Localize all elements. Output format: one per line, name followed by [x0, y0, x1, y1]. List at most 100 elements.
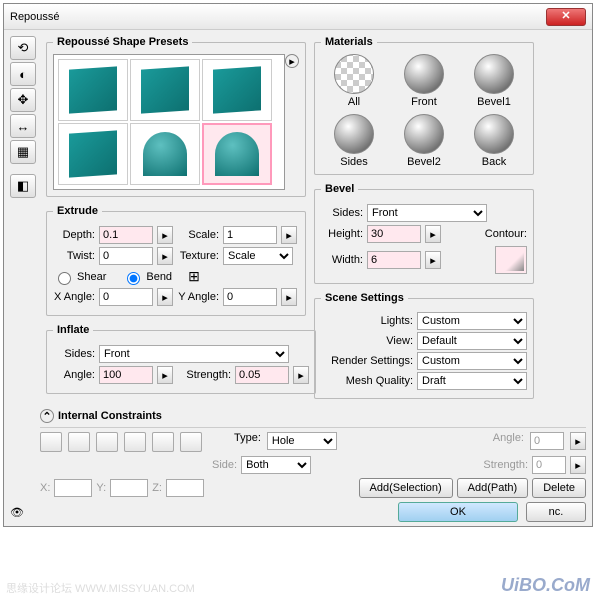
- y-input: [110, 479, 148, 497]
- add-selection-button[interactable]: Add(Selection): [359, 478, 453, 498]
- x-input: [54, 479, 92, 497]
- inflate-angle-input[interactable]: [99, 366, 153, 384]
- yangle-input[interactable]: [223, 288, 277, 306]
- material-bevel2[interactable]: Bevel2: [395, 114, 453, 168]
- inflate-sides-select[interactable]: Front: [99, 345, 289, 363]
- depth-input[interactable]: [99, 226, 153, 244]
- render-select[interactable]: Custom: [417, 352, 527, 370]
- bevel-width-input[interactable]: [367, 251, 421, 269]
- inflate-strength-stepper[interactable]: ▸: [293, 366, 309, 384]
- ic-strength-stepper: ▸: [570, 456, 586, 474]
- constraints-section: ⌃ Internal Constraints Type: Hole Angle:…: [40, 409, 586, 498]
- lights-select[interactable]: Custom: [417, 312, 527, 330]
- slide-tool-icon[interactable]: ↔: [10, 114, 36, 138]
- ic-strength-input: [532, 456, 566, 474]
- bevel-height-stepper[interactable]: ▸: [425, 225, 441, 243]
- bend-radio[interactable]: Bend: [122, 269, 172, 285]
- scene-group: Scene Settings Lights: Custom View: Defaul…: [314, 292, 534, 399]
- watermark-left: 思缘设计论坛 WWW.MISSYUAN.COM: [6, 580, 195, 596]
- presets-grid: [53, 54, 285, 190]
- pan-tool-icon[interactable]: ✥: [10, 88, 36, 112]
- bevel-width-stepper[interactable]: ▸: [425, 251, 441, 269]
- ic-type-label: Type:: [234, 432, 261, 452]
- bevel-width-label: Width:: [321, 254, 363, 266]
- ic-tool-2[interactable]: [68, 432, 90, 452]
- lights-label: Lights:: [321, 315, 413, 327]
- twist-input[interactable]: [99, 247, 153, 265]
- ic-strength-label: Strength:: [483, 459, 528, 471]
- materials-group: Materials All Front Bevel1 Sides Bevel2 …: [314, 36, 534, 175]
- inflate-strength-input[interactable]: [235, 366, 289, 384]
- ic-tool-5[interactable]: [152, 432, 174, 452]
- view-label: View:: [321, 335, 413, 347]
- ic-side-select[interactable]: Both: [241, 456, 311, 474]
- preset-2[interactable]: [130, 59, 200, 121]
- material-all[interactable]: All: [325, 54, 383, 108]
- scale-tool-icon[interactable]: ▦: [10, 140, 36, 164]
- mesh-select[interactable]: Draft: [417, 372, 527, 390]
- constraints-legend: Internal Constraints: [58, 410, 162, 422]
- preset-4[interactable]: [58, 123, 128, 185]
- inflate-group: Inflate Sides: Front Angle: ▸ Strength: …: [46, 324, 316, 394]
- view-select[interactable]: Default: [417, 332, 527, 350]
- presets-legend: Repoussé Shape Presets: [53, 36, 192, 48]
- scale-label: Scale:: [177, 229, 219, 241]
- ic-angle-input: [530, 432, 564, 450]
- z-input: [166, 479, 204, 497]
- ic-tool-1[interactable]: [40, 432, 62, 452]
- inflate-legend: Inflate: [53, 324, 93, 336]
- mesh-label: Mesh Quality:: [321, 375, 413, 387]
- preset-5[interactable]: [130, 123, 200, 185]
- ic-type-select[interactable]: Hole: [267, 432, 337, 450]
- inflate-sides-label: Sides:: [53, 348, 95, 360]
- inflate-strength-label: Strength:: [177, 369, 231, 381]
- texture-label: Texture:: [177, 250, 219, 262]
- materials-legend: Materials: [321, 36, 377, 48]
- scale-stepper[interactable]: ▸: [281, 226, 297, 244]
- shear-radio[interactable]: Shear: [53, 269, 106, 285]
- delete-button[interactable]: Delete: [532, 478, 586, 498]
- material-back[interactable]: Back: [465, 114, 523, 168]
- material-sides[interactable]: Sides: [325, 114, 383, 168]
- bevel-height-label: Height:: [321, 228, 363, 240]
- watermark-right: UiBO.CoM: [501, 575, 590, 596]
- texture-select[interactable]: Scale: [223, 247, 293, 265]
- cube-tool-icon[interactable]: ◧: [10, 174, 36, 198]
- extrude-group: Extrude Depth: ▸ Scale: ▸ Twist: ▸ Textu…: [46, 205, 306, 316]
- contour-picker[interactable]: [495, 246, 527, 274]
- x-label: X:: [40, 482, 50, 494]
- yangle-stepper[interactable]: ▸: [281, 288, 297, 306]
- depth-stepper[interactable]: ▸: [157, 226, 173, 244]
- presets-flyout-icon[interactable]: ▸: [285, 54, 299, 68]
- scene-legend: Scene Settings: [321, 292, 408, 304]
- add-path-button[interactable]: Add(Path): [457, 478, 529, 498]
- footer-icon: 👁: [10, 506, 24, 519]
- close-button[interactable]: ✕: [546, 8, 586, 26]
- ic-angle-label: Angle:: [493, 432, 524, 452]
- twist-stepper[interactable]: ▸: [157, 247, 173, 265]
- bevel-sides-select[interactable]: Front: [367, 204, 487, 222]
- cancel-button[interactable]: nc.: [526, 502, 586, 522]
- titlebar[interactable]: Repoussé ✕: [4, 4, 592, 30]
- roll-tool-icon[interactable]: ◐: [10, 62, 36, 86]
- extrude-legend: Extrude: [53, 205, 102, 217]
- yangle-label: Y Angle:: [177, 291, 219, 303]
- material-front[interactable]: Front: [395, 54, 453, 108]
- ic-tool-6[interactable]: [180, 432, 202, 452]
- xangle-stepper[interactable]: ▸: [157, 288, 173, 306]
- preset-1[interactable]: [58, 59, 128, 121]
- inflate-angle-stepper[interactable]: ▸: [157, 366, 173, 384]
- preset-6-selected[interactable]: [202, 123, 272, 185]
- bevel-height-input[interactable]: [367, 225, 421, 243]
- scale-input[interactable]: [223, 226, 277, 244]
- material-bevel1[interactable]: Bevel1: [465, 54, 523, 108]
- ok-button[interactable]: OK: [398, 502, 518, 522]
- ic-tool-4[interactable]: [124, 432, 146, 452]
- ic-tool-3[interactable]: [96, 432, 118, 452]
- contour-label: Contour:: [445, 228, 527, 240]
- rotate-tool-icon[interactable]: ⟲: [10, 36, 36, 60]
- expand-icon[interactable]: ⌃: [40, 409, 54, 423]
- preset-3[interactable]: [202, 59, 272, 121]
- xangle-input[interactable]: [99, 288, 153, 306]
- grid-icon[interactable]: ⊞: [188, 268, 200, 285]
